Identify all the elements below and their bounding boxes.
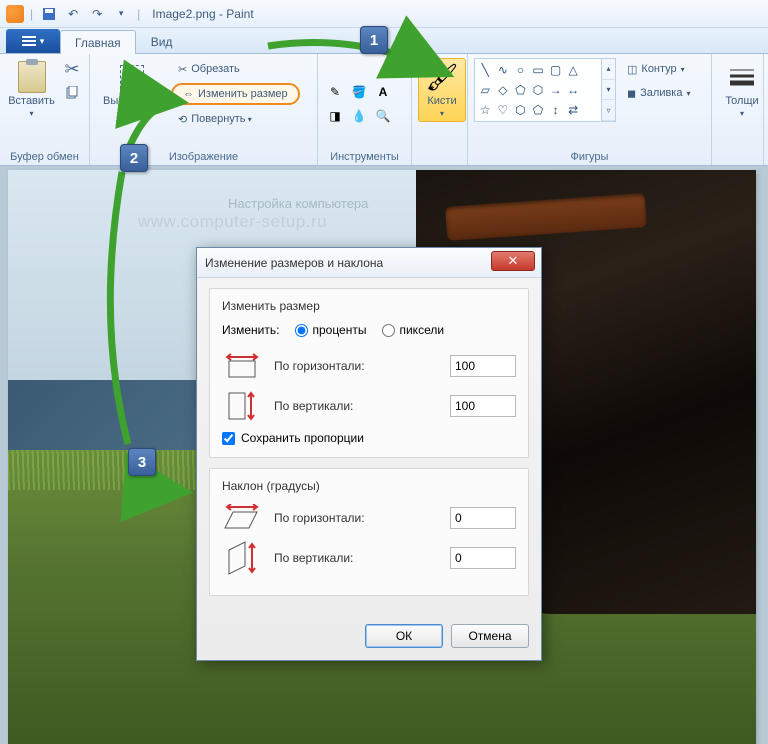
zoom-tool[interactable]: 🔍 bbox=[372, 105, 394, 127]
callout-badge-2: 2 bbox=[120, 144, 148, 172]
undo-quick-button[interactable]: ↶ bbox=[63, 4, 83, 24]
size-icon bbox=[726, 61, 758, 93]
skew-horizontal-input[interactable] bbox=[450, 507, 516, 529]
resize-icon: ⇔ bbox=[183, 88, 194, 100]
watermark-subtitle: Настройка компьютера bbox=[228, 196, 368, 211]
picker-tool[interactable]: 💧 bbox=[348, 105, 370, 127]
select-button[interactable]: Выделить bbox=[96, 58, 167, 110]
resize-fieldset: Изменить размер Изменить: проценты пиксе… bbox=[209, 288, 529, 458]
paste-button[interactable]: Вставить bbox=[6, 58, 57, 122]
dialog-close-button[interactable]: ✕ bbox=[491, 251, 535, 271]
select-icon bbox=[116, 61, 148, 93]
resize-vert-icon bbox=[222, 391, 262, 421]
radio-pixels[interactable]: пиксели bbox=[382, 323, 444, 337]
resize-skew-dialog: Изменение размеров и наклона ✕ Изменить … bbox=[196, 247, 542, 661]
rotate-button[interactable]: ⟲Повернуть bbox=[171, 108, 300, 130]
fillshape-icon: ◼ bbox=[627, 87, 636, 100]
brushes-button[interactable]: 🖌 Кисти bbox=[418, 58, 466, 122]
tab-main[interactable]: Главная bbox=[60, 30, 136, 54]
title-bar: | ↶ ↷ ▾ | Image2.png - Paint bbox=[0, 0, 768, 28]
skew-vert-icon bbox=[222, 543, 262, 573]
crop-icon: ✂ bbox=[178, 63, 187, 76]
copy-icon bbox=[65, 86, 79, 100]
brush-icon: 🖌 bbox=[426, 61, 458, 93]
fill-shape-button[interactable]: ◼Заливка bbox=[620, 82, 698, 104]
watermark-url: www.computer-setup.ru bbox=[138, 212, 327, 232]
keep-aspect-checkbox[interactable] bbox=[222, 432, 235, 445]
group-clipboard-label: Буфер обмен bbox=[6, 149, 83, 165]
cut-button[interactable]: ✂ bbox=[61, 58, 83, 80]
group-tools-label: Инструменты bbox=[324, 149, 405, 165]
dialog-title-text: Изменение размеров и наклона bbox=[205, 256, 383, 270]
skew-horiz-icon bbox=[222, 503, 262, 533]
redo-quick-button[interactable]: ↷ bbox=[87, 4, 107, 24]
tab-view[interactable]: Вид bbox=[136, 29, 188, 53]
pencil-tool[interactable]: ✎ bbox=[324, 81, 346, 103]
app-logo-icon bbox=[6, 5, 24, 23]
ribbon: Вставить ✂ Буфер обмен Выделить ✂Обрезат… bbox=[0, 54, 768, 166]
copy-button[interactable] bbox=[61, 82, 83, 104]
scissors-icon: ✂ bbox=[64, 59, 79, 80]
crop-button[interactable]: ✂Обрезать bbox=[171, 58, 300, 80]
eraser-tool[interactable]: ◨ bbox=[324, 105, 346, 127]
resize-vertical-input[interactable] bbox=[450, 395, 516, 417]
shapes-scroll[interactable]: ▴▾▿ bbox=[602, 58, 616, 122]
size-button[interactable]: Толщи bbox=[718, 58, 766, 122]
group-shapes-label: Фигуры bbox=[474, 149, 705, 165]
callout-badge-1: 1 bbox=[360, 26, 388, 54]
outline-button[interactable]: ◫Контур bbox=[620, 58, 698, 80]
shapes-gallery[interactable]: ╲∿○▭▢△ ▱◇⬠⬡→↔ ☆♡⬡⬠↕⇄ bbox=[474, 58, 602, 122]
file-menu[interactable] bbox=[6, 29, 60, 53]
callout-badge-3: 3 bbox=[128, 448, 156, 476]
rotate-icon: ⟲ bbox=[178, 113, 187, 126]
text-tool[interactable]: A bbox=[372, 81, 394, 103]
outline-icon: ◫ bbox=[627, 63, 637, 76]
resize-horizontal-input[interactable] bbox=[450, 355, 516, 377]
save-quick-button[interactable] bbox=[39, 4, 59, 24]
clipboard-icon bbox=[16, 61, 48, 93]
radio-percent[interactable]: проценты bbox=[295, 323, 366, 337]
resize-button[interactable]: ⇔Изменить размер bbox=[171, 83, 300, 105]
dialog-cancel-button[interactable]: Отмена bbox=[451, 624, 529, 648]
window-title: Image2.png - Paint bbox=[152, 7, 253, 21]
dialog-ok-button[interactable]: ОК bbox=[365, 624, 443, 648]
resize-horiz-icon bbox=[222, 351, 262, 381]
qat-customize[interactable]: ▾ bbox=[111, 4, 131, 24]
dialog-titlebar[interactable]: Изменение размеров и наклона ✕ bbox=[197, 248, 541, 278]
skew-fieldset: Наклон (градусы) По горизонтали: По верт… bbox=[209, 468, 529, 596]
fill-tool[interactable]: 🪣 bbox=[348, 81, 370, 103]
skew-vertical-input[interactable] bbox=[450, 547, 516, 569]
